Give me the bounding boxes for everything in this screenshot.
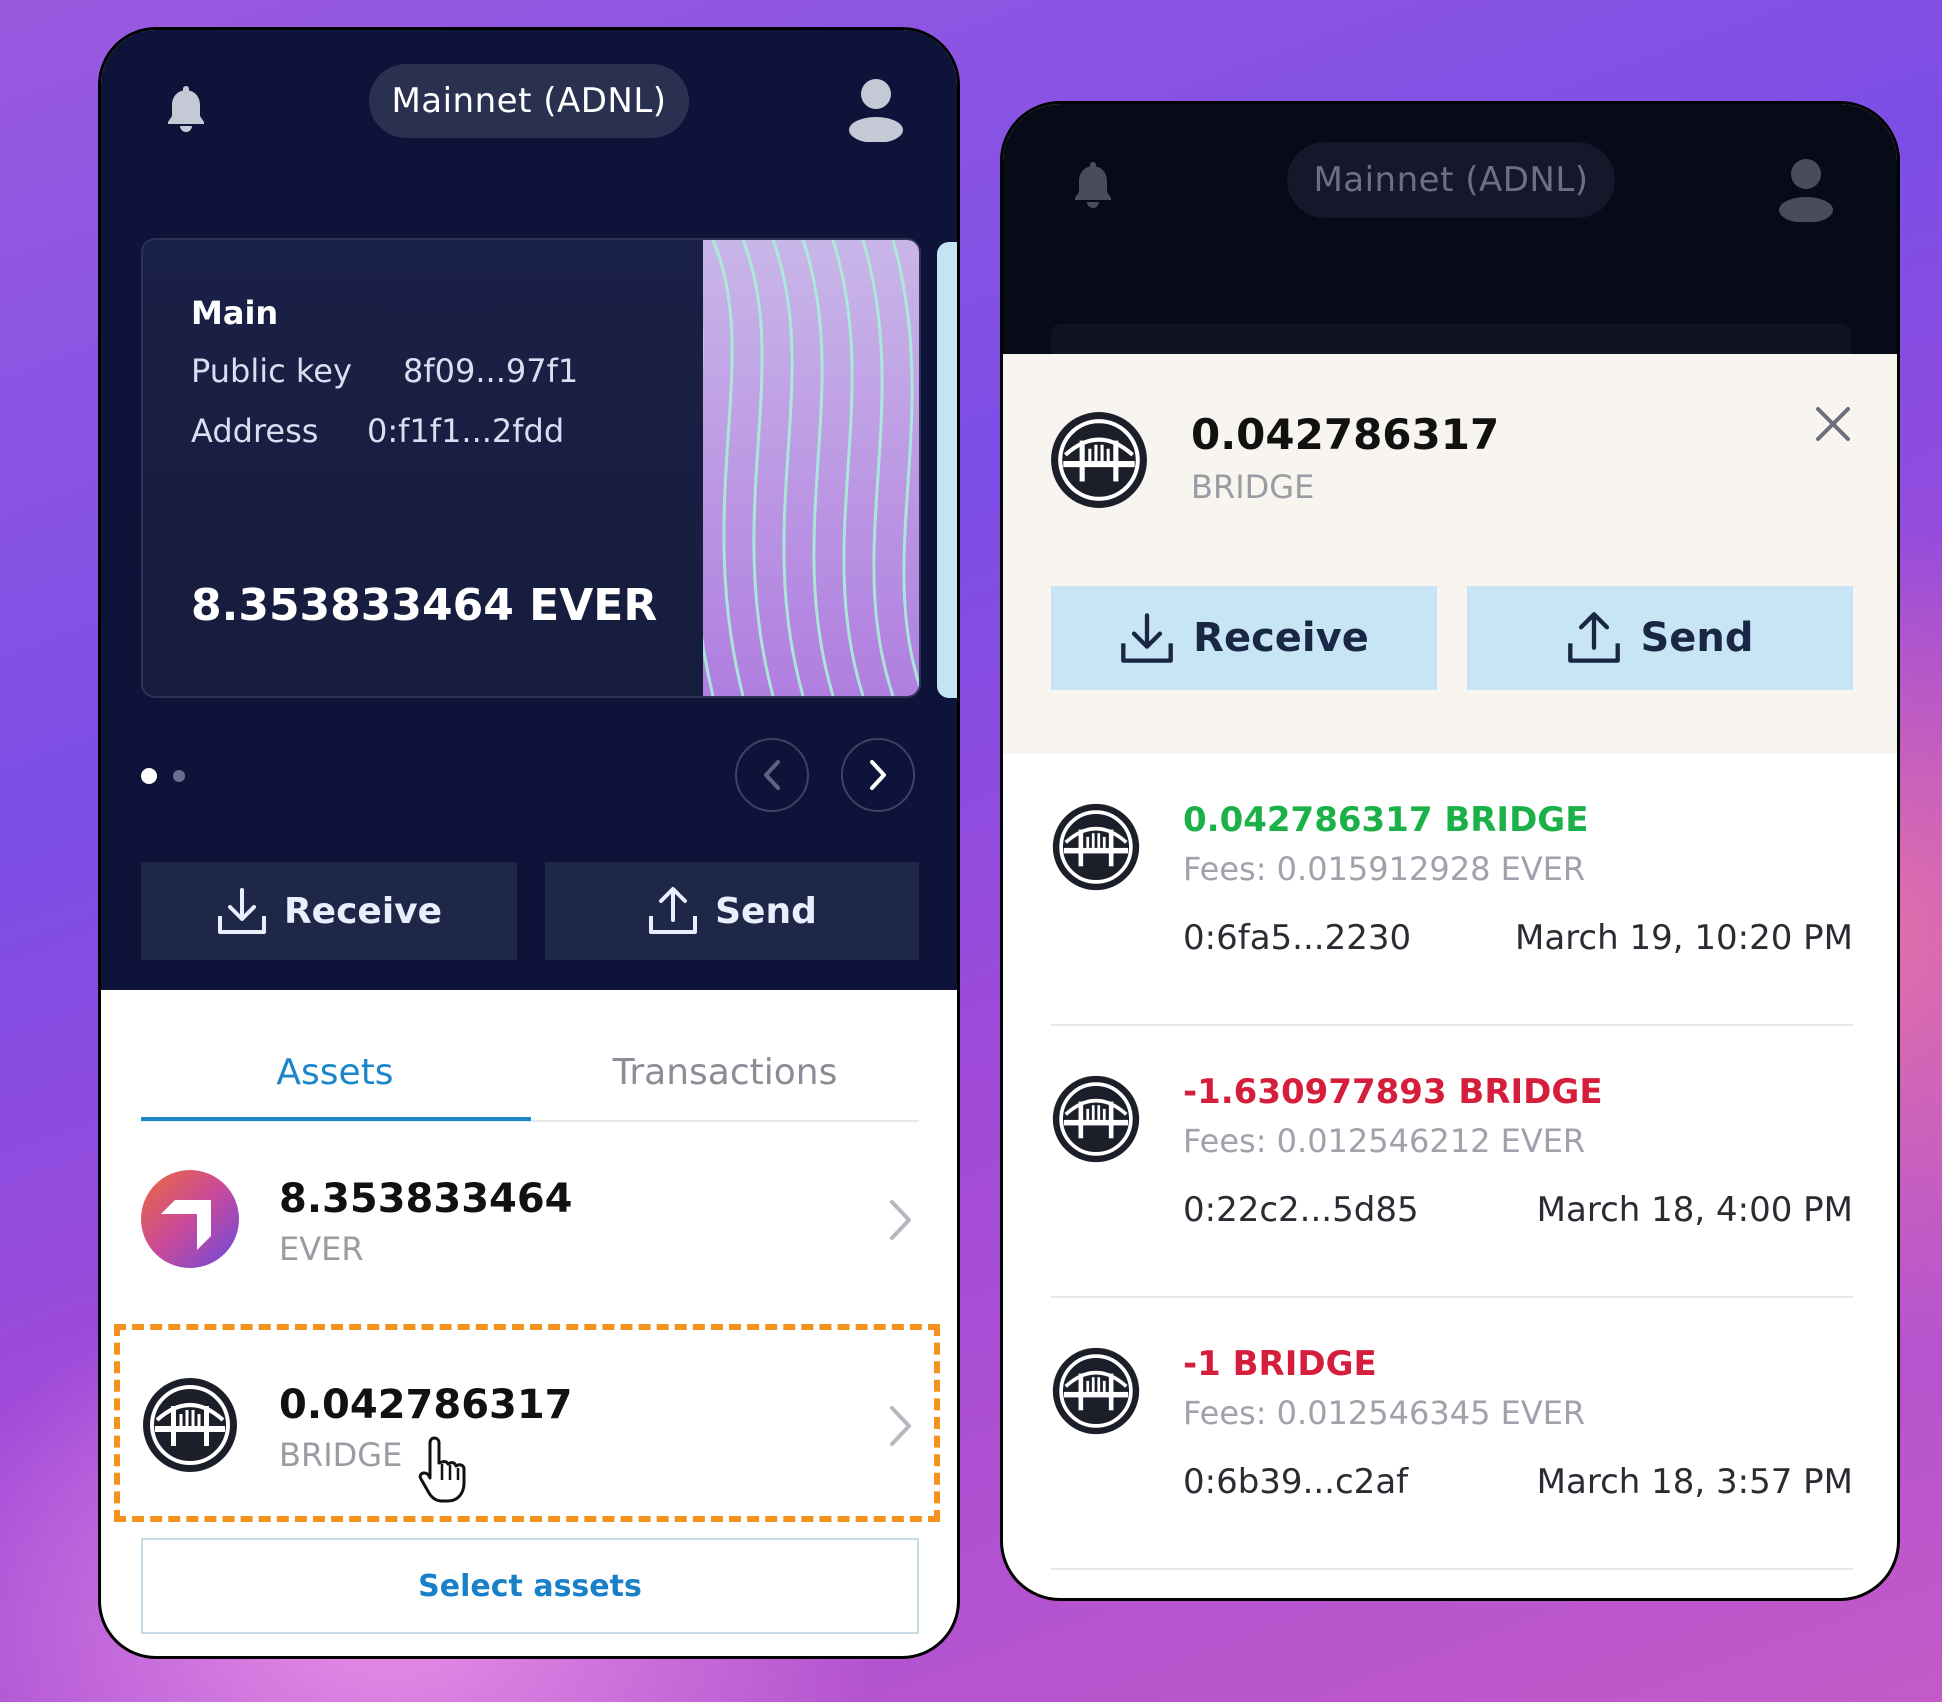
transaction-item[interactable]: -1.630977893 BRIDGE Fees: 0.012546212 EV… — [1051, 1072, 1853, 1272]
carousel-prev-button[interactable] — [735, 738, 809, 812]
network-label: Mainnet (ADNL) — [1313, 160, 1589, 200]
bridge-logo-icon — [1052, 803, 1140, 891]
bridge-logo-icon — [1051, 412, 1147, 508]
transaction-address: 0:6fa5...2230 — [1183, 918, 1412, 958]
carousel-dot[interactable] — [173, 770, 185, 782]
download-icon — [217, 888, 266, 934]
download-icon — [1121, 613, 1174, 663]
profile-icon[interactable] — [847, 76, 905, 143]
carousel-next-button[interactable] — [841, 738, 915, 812]
chevron-right-icon — [870, 760, 886, 790]
carousel-dot-active[interactable] — [141, 768, 157, 784]
receive-button[interactable]: Receive — [141, 862, 517, 960]
account-balance: 8.353833464 EVER — [191, 580, 658, 631]
network-selector-dimmed: Mainnet (ADNL) — [1287, 142, 1615, 218]
network-selector[interactable]: Mainnet (ADNL) — [369, 64, 689, 138]
account-name: Main — [191, 294, 279, 332]
transaction-item[interactable]: 0.042786317 BRIDGE Fees: 0.015912928 EVE… — [1051, 800, 1853, 1000]
notification-bell-icon — [1073, 160, 1113, 212]
profile-icon — [1777, 156, 1835, 226]
transaction-date: March 19, 10:20 PM — [1515, 918, 1853, 958]
send-label: Send — [715, 890, 817, 932]
network-label: Mainnet (ADNL) — [391, 81, 667, 121]
divider — [1051, 1296, 1853, 1298]
tab-assets[interactable]: Assets — [141, 1052, 529, 1093]
transaction-amount: -1.630977893 BRIDGE — [1183, 1072, 1603, 1112]
asset-symbol: EVER — [279, 1230, 364, 1268]
transaction-date: March 18, 4:00 PM — [1536, 1190, 1853, 1230]
asset-row-ever[interactable]: 8.353833464 EVER — [141, 1158, 919, 1282]
asset-amount: 8.353833464 — [279, 1176, 573, 1222]
bridge-logo-icon — [1052, 1075, 1140, 1163]
upload-icon — [1568, 612, 1621, 663]
transaction-amount: 0.042786317 BRIDGE — [1183, 800, 1589, 840]
address-label: Address — [191, 412, 319, 450]
transaction-date: March 18, 3:57 PM — [1536, 1462, 1853, 1502]
select-assets-button[interactable]: Select assets — [141, 1538, 919, 1634]
transaction-fees: Fees: 0.012546345 EVER — [1183, 1394, 1586, 1432]
transaction-fees: Fees: 0.012546212 EVER — [1183, 1122, 1586, 1160]
tab-transactions[interactable]: Transactions — [531, 1052, 919, 1093]
card-wave-art — [703, 240, 919, 696]
transaction-amount: -1 BRIDGE — [1183, 1344, 1377, 1384]
receive-label: Receive — [1193, 615, 1369, 661]
close-icon[interactable] — [1813, 404, 1853, 444]
ever-logo-icon — [141, 1170, 239, 1268]
dimmed-account-card — [1051, 324, 1851, 354]
wallet-window-right: Mainnet (ADNL) 0.042786317 BRIDGE Receiv… — [1000, 101, 1900, 1601]
tab-active-indicator — [141, 1117, 531, 1121]
selection-highlight — [114, 1324, 940, 1522]
transaction-address: 0:22c2...5d85 — [1183, 1190, 1419, 1230]
chevron-right-icon — [890, 1200, 911, 1240]
transaction-item[interactable]: -1 BRIDGE Fees: 0.012546345 EVER 0:6b39.… — [1051, 1344, 1853, 1544]
receive-label: Receive — [283, 890, 443, 932]
upload-icon — [649, 887, 698, 934]
send-button[interactable]: Send — [545, 862, 919, 960]
receive-button[interactable]: Receive — [1051, 586, 1437, 690]
hand-cursor-icon — [418, 1436, 466, 1503]
send-button[interactable]: Send — [1467, 586, 1853, 690]
dimmed-header-panel: Mainnet (ADNL) — [1003, 104, 1897, 354]
token-sheet-header: 0.042786317 BRIDGE Receive Send — [1003, 354, 1897, 754]
next-account-card-peek[interactable] — [937, 242, 957, 698]
address-value[interactable]: 0:f1f1...2fdd — [367, 412, 564, 450]
bridge-logo-icon — [1052, 1347, 1140, 1435]
transaction-fees: Fees: 0.015912928 EVER — [1183, 850, 1586, 888]
public-key-value[interactable]: 8f09...97f1 — [403, 352, 578, 390]
chevron-left-icon — [764, 760, 780, 790]
token-symbol: BRIDGE — [1191, 468, 1315, 506]
public-key-label: Public key — [191, 352, 352, 390]
account-card[interactable]: Main Public key 8f09...97f1 Address 0:f1… — [141, 238, 921, 698]
divider — [1051, 1568, 1853, 1570]
send-label: Send — [1640, 615, 1754, 661]
notification-bell-icon[interactable] — [166, 84, 206, 132]
token-balance: 0.042786317 — [1191, 410, 1500, 459]
transaction-address: 0:6b39...c2af — [1183, 1462, 1409, 1502]
divider — [1051, 1024, 1853, 1026]
transaction-list: 0.042786317 BRIDGE Fees: 0.015912928 EVE… — [1003, 754, 1897, 1598]
